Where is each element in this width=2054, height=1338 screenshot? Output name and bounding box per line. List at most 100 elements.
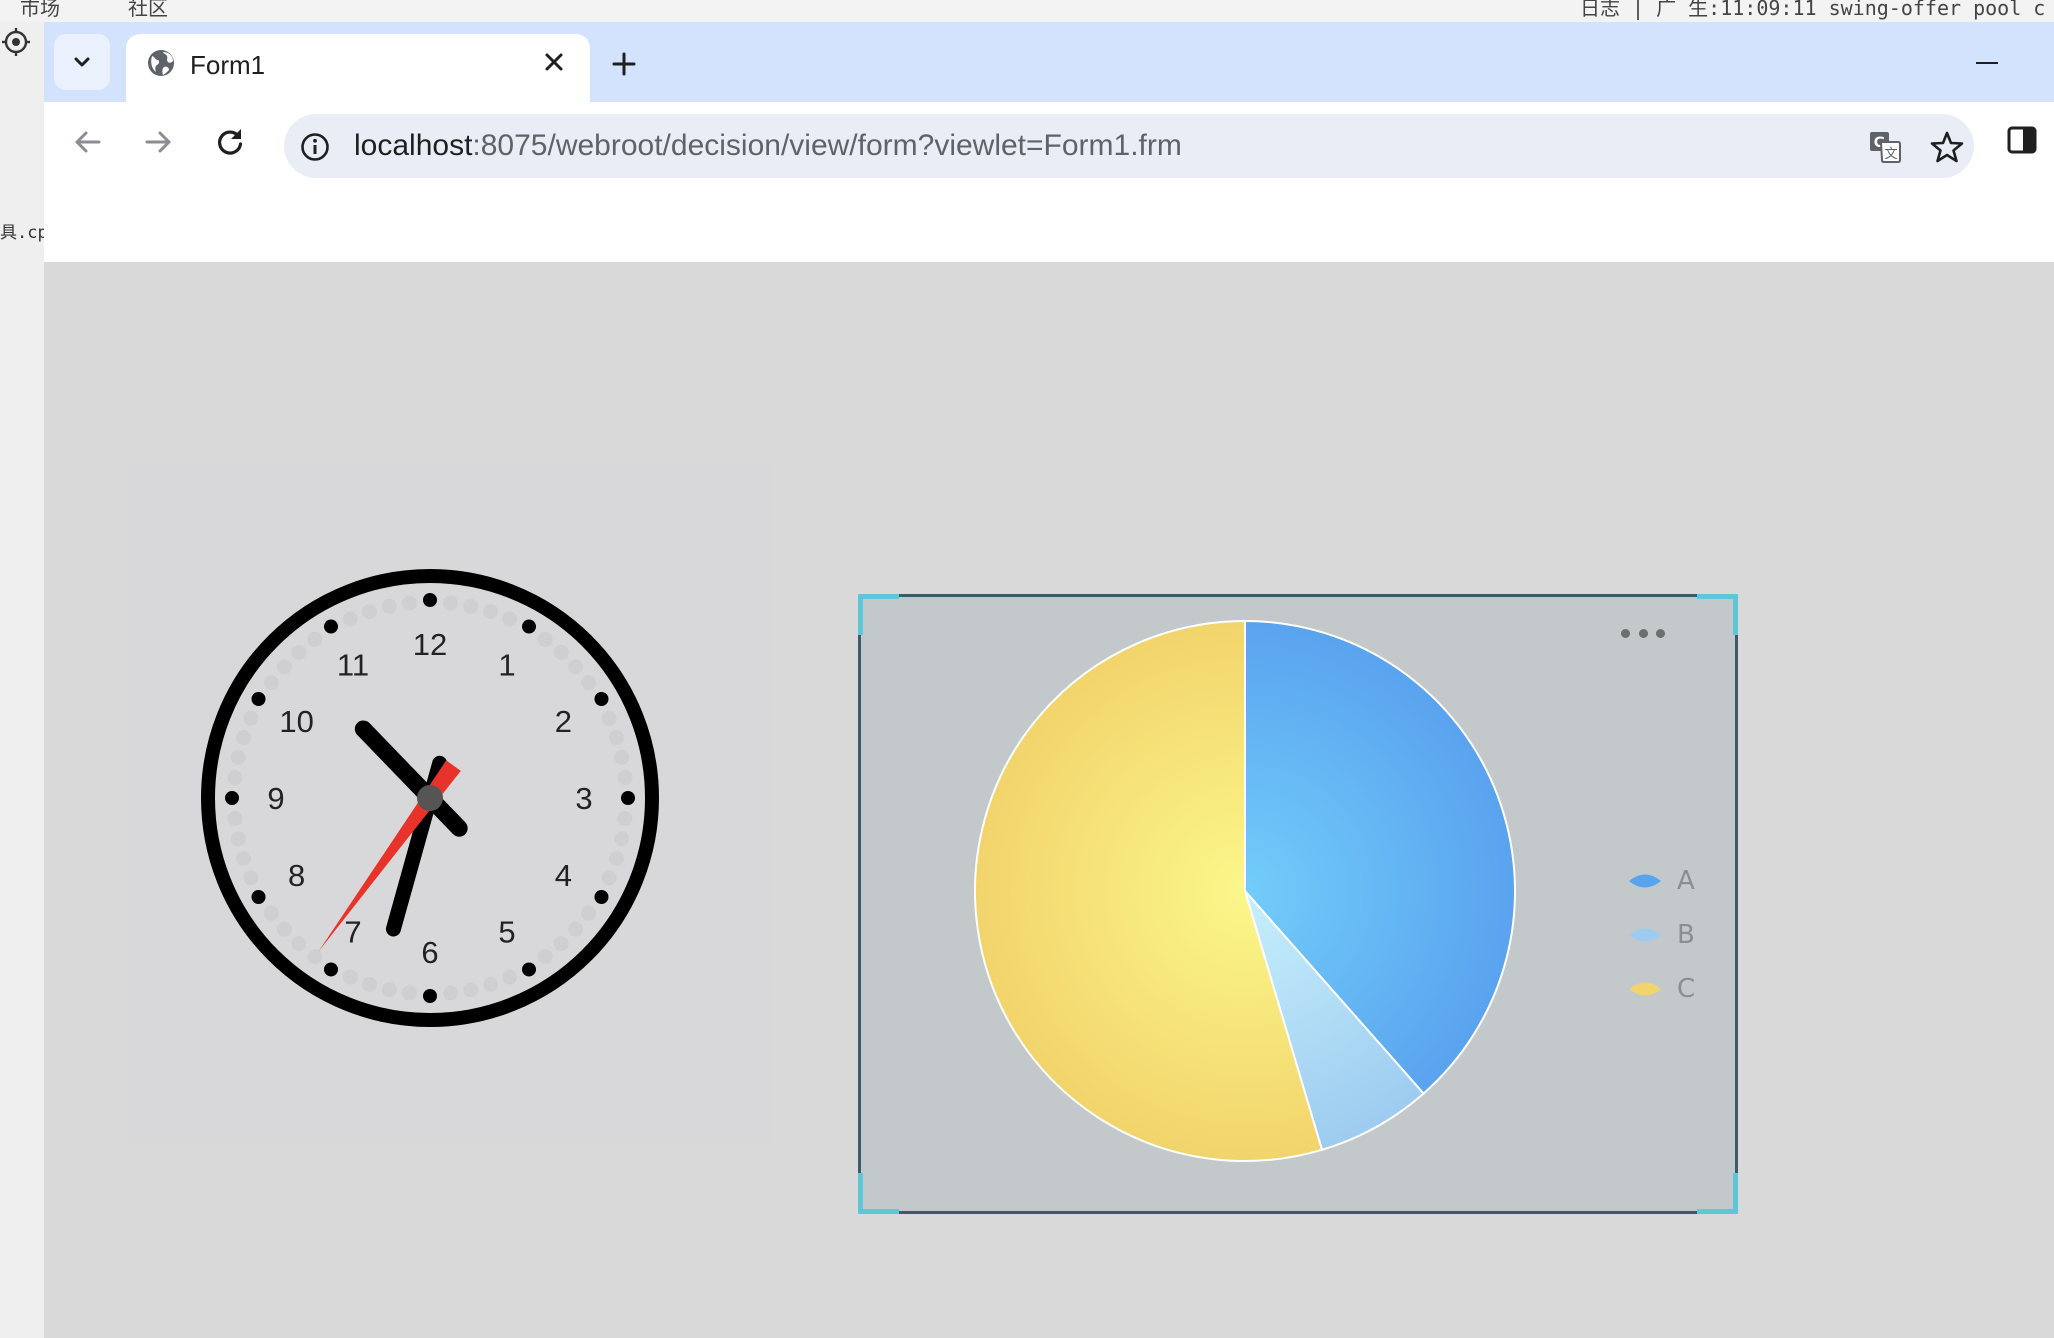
side-panel-icon[interactable]: [2006, 124, 2038, 156]
forward-button[interactable]: [134, 118, 182, 166]
reload-button[interactable]: [206, 118, 254, 166]
clock-minute-mark: [483, 976, 499, 992]
page-content: 12 1 2 3 4 5 6 7 8 9 10 11 A B C: [44, 262, 2054, 1338]
clock-hour-mark: [251, 692, 266, 706]
clock-number-11: 11: [337, 648, 369, 683]
clock-minute-mark: [581, 905, 597, 921]
clock-minute-mark: [276, 659, 292, 675]
clock-minute-mark: [502, 611, 518, 627]
clock-hour-mark: [423, 989, 437, 1003]
legend-label-a: A: [1677, 866, 1695, 896]
legend-label-c: C: [1677, 974, 1696, 1004]
clock-minute-mark: [291, 936, 307, 952]
translate-icon[interactable]: G 文: [1868, 130, 1902, 164]
arrow-left-icon: [75, 131, 101, 153]
clock-minute-mark: [230, 749, 246, 765]
pie-slices: [974, 619, 1516, 1162]
pie-chart-widget[interactable]: A B C: [858, 594, 1738, 1214]
clock-center-hub: [417, 785, 443, 811]
clock-minute-mark: [617, 810, 633, 826]
clock-hour-mark: [324, 619, 338, 634]
clock-minute-mark: [227, 810, 243, 826]
arrow-right-icon: [145, 131, 171, 153]
clock-minute-mark: [483, 604, 499, 620]
close-tab-button[interactable]: [536, 44, 572, 80]
clock-minute-mark: [307, 631, 323, 647]
clock-hour-mark: [251, 890, 266, 904]
tab-form1[interactable]: Form1: [126, 34, 590, 102]
clock-hour-mark: [423, 593, 437, 607]
clock-minute-mark: [263, 905, 279, 921]
legend-item-b[interactable]: B: [1629, 915, 1695, 955]
clock-minute-mark: [553, 936, 569, 952]
clock-minute-mark: [307, 949, 323, 965]
clock-minute-mark: [463, 982, 479, 998]
clock-minute-mark: [442, 595, 458, 611]
url-path: :8075/webroot/decision/view/form?viewlet…: [472, 129, 1182, 162]
clock-number-10: 10: [279, 704, 313, 739]
url-text: localhost:8075/webroot/decision/view/for…: [354, 129, 1182, 163]
tab-bar: Form1: [44, 22, 2054, 102]
clock-minute-mark: [291, 644, 307, 660]
clock-number-4: 4: [555, 858, 572, 893]
info-icon[interactable]: [300, 132, 330, 162]
clock-minute-mark: [581, 675, 597, 691]
clock-minute-mark: [568, 659, 584, 675]
minimize-icon[interactable]: [1976, 62, 1998, 64]
desktop-text-log: 日志 | 广 生:11:09:11 swing-offer pool c: [1580, 0, 2046, 20]
clock-minute-mark: [608, 729, 624, 745]
back-button[interactable]: [64, 118, 112, 166]
clock-number-2: 2: [555, 704, 572, 739]
clock-number-8: 8: [288, 858, 305, 893]
clock-minute-mark: [601, 870, 617, 886]
clock-minute-mark: [617, 770, 633, 786]
clock-minute-mark: [442, 985, 458, 1001]
clock-minute-mark: [243, 870, 259, 886]
close-icon: [545, 53, 563, 71]
clock-number-5: 5: [498, 914, 515, 949]
legend-swatch-c: [1629, 982, 1661, 996]
clock-number-3: 3: [575, 781, 592, 816]
pie-chart: [974, 619, 1516, 1162]
clock-hour-mark: [594, 692, 609, 706]
target-icon[interactable]: [2, 28, 30, 56]
clock-minute-mark: [614, 831, 630, 847]
clock-hour-mark: [594, 890, 609, 904]
clock-hour-mark: [324, 962, 338, 977]
address-bar[interactable]: localhost:8075/webroot/decision/view/for…: [284, 114, 1974, 178]
clock-minute-mark: [342, 969, 358, 985]
legend-swatch-b: [1629, 928, 1661, 942]
clock-minute-mark: [608, 851, 624, 867]
tab-title: Form1: [190, 50, 266, 80]
analog-clock: 12 1 2 3 4 5 6 7 8 9 10 11: [201, 569, 659, 1027]
legend-item-a[interactable]: A: [1629, 861, 1695, 901]
clock-number-1: 1: [498, 648, 515, 683]
clock-minute-mark: [537, 949, 553, 965]
clock-number-6: 6: [421, 935, 438, 970]
clock-minute-mark: [361, 604, 377, 620]
clock-minute-mark: [342, 611, 358, 627]
clock-hour-mark: [621, 791, 635, 805]
new-tab-button[interactable]: [604, 44, 644, 84]
clock-minute-mark: [381, 982, 397, 998]
clock-minute-mark: [568, 921, 584, 937]
reload-icon: [218, 129, 243, 155]
clock-minute-mark: [402, 595, 418, 611]
tab-list-button[interactable]: [54, 34, 110, 90]
clock-minute-mark: [227, 770, 243, 786]
clock-minute-mark: [361, 976, 377, 992]
clock-number-9: 9: [267, 781, 284, 816]
clock-minute-mark: [614, 749, 630, 765]
clock-minute-mark: [276, 921, 292, 937]
globe-icon: [148, 50, 174, 76]
page-header-band: [44, 182, 2054, 262]
legend-label-b: B: [1677, 920, 1695, 950]
star-icon[interactable]: [1930, 130, 1964, 164]
desktop-left-cut-text: 具.cp: [0, 223, 48, 243]
clock-number-7: 7: [344, 914, 361, 949]
clock-hour-mark: [522, 619, 536, 634]
legend-item-c[interactable]: C: [1629, 969, 1695, 1009]
clock-minute-mark: [263, 675, 279, 691]
clock-hour-mark: [522, 962, 536, 977]
legend-swatch-a: [1629, 874, 1661, 888]
